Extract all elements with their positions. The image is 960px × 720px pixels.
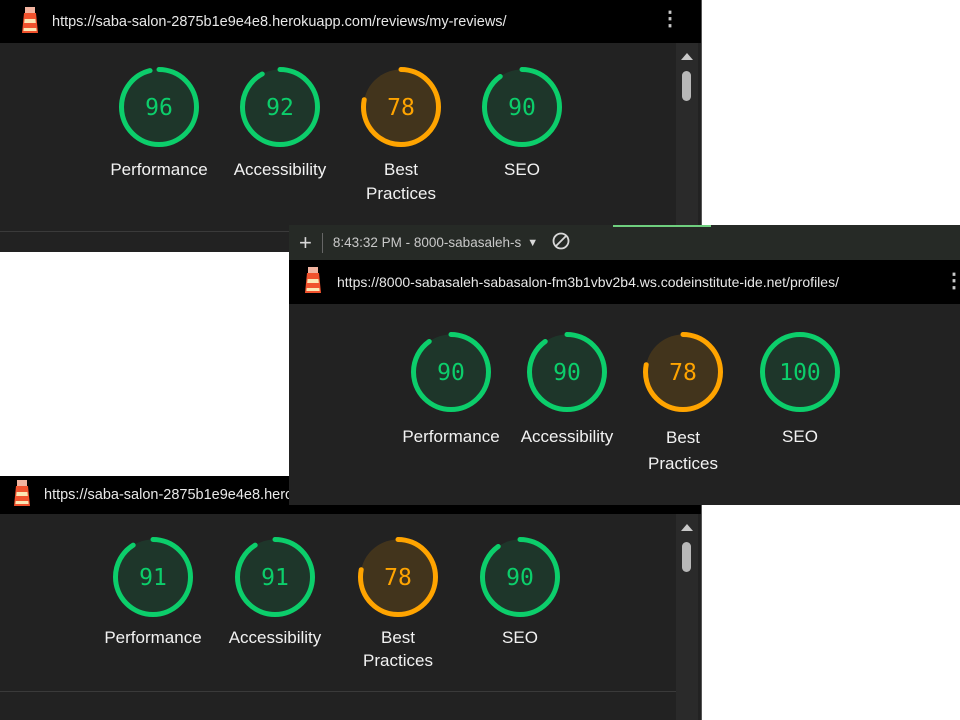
gauge-ring: 96: [119, 67, 199, 147]
gauge-ring: 78: [358, 537, 438, 617]
score-gauge-performance[interactable]: 91 Performance: [93, 536, 213, 650]
score-gauge-best-practices[interactable]: 78 Best Practices: [341, 66, 461, 206]
report-url[interactable]: https://8000-sabasaleh-sabasalon-fm3b1vb…: [337, 274, 839, 290]
lighthouse-report-panel-2: + 8:43:32 PM - 8000-sabasaleh-s ▼ https:…: [289, 225, 960, 505]
lighthouse-report-panel-3: https://saba-salon-2875b1e9e4e8.herokuap…: [0, 476, 702, 720]
score-value: 90: [437, 360, 465, 386]
gauge-ring: 90: [527, 332, 607, 412]
score-label: SEO: [504, 160, 540, 179]
plus-icon[interactable]: +: [299, 231, 312, 254]
scrollbar-thumb[interactable]: [682, 71, 691, 101]
score-label: Best Practices: [648, 428, 718, 473]
more-options-icon[interactable]: ⋮: [944, 271, 960, 291]
score-label: Performance: [104, 628, 202, 647]
score-value: 96: [145, 95, 173, 121]
lighthouse-logo-icon: [20, 5, 40, 39]
score-value: 100: [779, 360, 821, 386]
divider: [0, 691, 676, 692]
gauge-ring: 100: [760, 332, 840, 412]
score-gauge-seo[interactable]: 100 SEO: [740, 331, 860, 449]
score-gauge-performance[interactable]: 90 Performance: [391, 331, 511, 449]
score-value: 91: [139, 565, 167, 591]
gauge-ring: 92: [240, 67, 320, 147]
gauge-ring: 78: [643, 332, 723, 412]
report-url-bar: https://saba-salon-2875b1e9e4e8.herokuap…: [0, 0, 701, 43]
report-url[interactable]: https://saba-salon-2875b1e9e4e8.herokuap…: [52, 14, 507, 30]
gauge-ring: 90: [482, 67, 562, 147]
score-label: Best Practices: [363, 628, 433, 670]
block-icon[interactable]: [552, 232, 570, 253]
score-label: Accessibility: [233, 160, 327, 179]
scroll-up-icon[interactable]: [681, 53, 693, 60]
scroll-up-icon[interactable]: [681, 524, 693, 531]
report-timestamp-select[interactable]: 8:43:32 PM - 8000-sabasaleh-s: [333, 235, 521, 250]
score-label: Accessibility: [520, 427, 614, 446]
gauge-ring: 90: [480, 537, 560, 617]
lighthouse-report-panel-1: https://saba-salon-2875b1e9e4e8.herokuap…: [0, 0, 702, 252]
active-tab-indicator: [613, 225, 711, 227]
score-gauge-best-practices[interactable]: 78 Best Practices: [338, 536, 458, 672]
score-label: SEO: [502, 628, 538, 647]
score-value: 90: [553, 360, 581, 386]
scrollbar[interactable]: [676, 43, 698, 252]
score-label: Performance: [110, 160, 208, 179]
score-value: 78: [669, 360, 697, 386]
score-value: 91: [261, 565, 289, 591]
score-label: Best Practices: [366, 160, 436, 203]
score-gauge-accessibility[interactable]: 92 Accessibility: [220, 66, 340, 182]
score-label: SEO: [782, 427, 818, 446]
devtools-toolbar: + 8:43:32 PM - 8000-sabasaleh-s ▼: [289, 225, 960, 260]
gauge-ring: 91: [113, 537, 193, 617]
score-gauge-accessibility[interactable]: 90 Accessibility: [507, 331, 627, 449]
score-gauge-best-practices[interactable]: 78 Best Practices: [623, 331, 743, 477]
gauge-ring: 91: [235, 537, 315, 617]
toolbar-separator: [321, 232, 323, 253]
score-value: 78: [384, 565, 412, 591]
score-gauge-seo[interactable]: 90 SEO: [460, 536, 580, 650]
lighthouse-logo-icon: [303, 265, 323, 299]
gauge-ring: 90: [411, 332, 491, 412]
score-label: Performance: [402, 427, 500, 446]
lighthouse-logo-icon: [12, 478, 32, 512]
report-url-bar: https://8000-sabasaleh-sabasalon-fm3b1vb…: [289, 260, 960, 304]
score-value: 90: [508, 95, 536, 121]
gauge-ring: 78: [361, 67, 441, 147]
score-gauge-seo[interactable]: 90 SEO: [462, 66, 582, 182]
scrollbar-thumb[interactable]: [682, 542, 691, 572]
score-gauge-performance[interactable]: 96 Performance: [99, 66, 219, 182]
score-value: 92: [266, 95, 294, 121]
more-options-icon[interactable]: ⋮: [660, 9, 680, 29]
scrollbar[interactable]: [676, 514, 698, 720]
dropdown-caret-icon[interactable]: ▼: [527, 237, 538, 249]
score-value: 90: [506, 565, 534, 591]
score-value: 78: [387, 95, 415, 121]
score-gauge-accessibility[interactable]: 91 Accessibility: [215, 536, 335, 650]
score-label: Accessibility: [228, 628, 322, 647]
